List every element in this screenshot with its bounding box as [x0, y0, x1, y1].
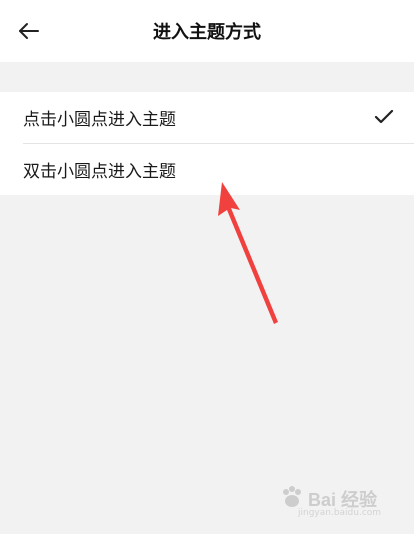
- watermark-subtext: jingyan.baidu.com: [298, 508, 382, 518]
- option-double-click[interactable]: 双击小圆点进入主题: [0, 144, 414, 195]
- option-label: 点击小圆点进入主题: [23, 110, 176, 130]
- screen: 进入主题方式 点击小圆点进入主题 双击小圆点进入主题 Bai 经验 jingya…: [0, 0, 414, 534]
- annotation-arrow-icon: [218, 182, 278, 324]
- option-label: 双击小圆点进入主题: [23, 162, 176, 182]
- option-list: 点击小圆点进入主题 双击小圆点进入主题: [0, 92, 414, 195]
- option-single-click[interactable]: 点击小圆点进入主题: [0, 92, 414, 143]
- header-bar: 进入主题方式: [0, 0, 414, 62]
- back-arrow-icon: [19, 23, 39, 39]
- checkmark-icon: [374, 109, 394, 124]
- watermark-logo: Bai 经验 jingyan.baidu.com: [278, 480, 390, 520]
- page-title: 进入主题方式: [153, 22, 261, 43]
- back-button[interactable]: [12, 14, 46, 48]
